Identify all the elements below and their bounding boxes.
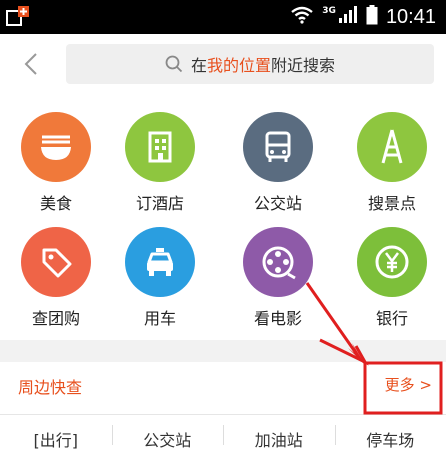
search-placeholder: 在我的位置附近搜索 (190, 56, 336, 75)
section-divider (0, 340, 446, 362)
more-link[interactable]: 更多 > (385, 374, 432, 395)
film-reel-icon (243, 227, 313, 297)
quick-search-title: 周边快查 (18, 378, 83, 397)
bus-icon (243, 112, 313, 182)
quick-category-bar: [出行] 公交站 加油站 停车场 (0, 414, 446, 454)
wifi-icon (290, 6, 314, 28)
search-input[interactable]: 在我的位置附近搜索 (66, 44, 434, 84)
category-label: 公交站 (253, 194, 302, 213)
app-notification-icon (6, 5, 30, 27)
quick-category-bus-stop[interactable]: 公交站 (111, 415, 224, 454)
search-icon (165, 55, 183, 73)
category-label: 看电影 (253, 309, 302, 328)
status-bar: 3G 10:41 (0, 0, 446, 34)
yen-coin-icon (357, 227, 427, 297)
battery-icon (366, 5, 378, 29)
category-food[interactable]: 美食 (0, 112, 112, 213)
signal-icon (338, 6, 358, 28)
network-type: 3G (322, 6, 336, 16)
category-bank[interactable]: 银行 (336, 227, 446, 328)
tag-icon (21, 227, 91, 297)
category-label: 订酒店 (135, 194, 184, 213)
category-hotel[interactable]: 订酒店 (104, 112, 216, 213)
taxi-icon (125, 227, 195, 297)
quick-category-gas-station[interactable]: 加油站 (223, 415, 335, 454)
category-movie[interactable]: 看电影 (222, 227, 334, 328)
category-bus-stop[interactable]: 公交站 (222, 112, 334, 213)
category-label: 美食 (39, 194, 72, 213)
category-scenic-spots[interactable]: 搜景点 (336, 112, 446, 213)
quick-category-parking[interactable]: 停车场 (334, 415, 446, 454)
search-placeholder-highlight: 我的位置 (206, 56, 271, 75)
category-group-buy[interactable]: 查团购 (0, 227, 112, 328)
noodle-bowl-icon (21, 112, 91, 182)
tower-icon (357, 112, 427, 182)
quick-search-header: 周边快查 更多 > (0, 362, 446, 406)
top-bar: 在我的位置附近搜索 (0, 34, 446, 96)
back-button[interactable] (16, 48, 48, 80)
category-label: 用车 (143, 309, 176, 328)
category-label: 查团购 (31, 309, 80, 328)
category-label: 银行 (375, 309, 408, 328)
clock: 10:41 (385, 5, 436, 28)
category-car[interactable]: 用车 (104, 227, 216, 328)
chevron-left-icon (24, 53, 37, 75)
category-label: 搜景点 (367, 194, 416, 213)
quick-category-travel[interactable]: [出行] (0, 415, 112, 454)
hotel-building-icon (125, 112, 195, 182)
